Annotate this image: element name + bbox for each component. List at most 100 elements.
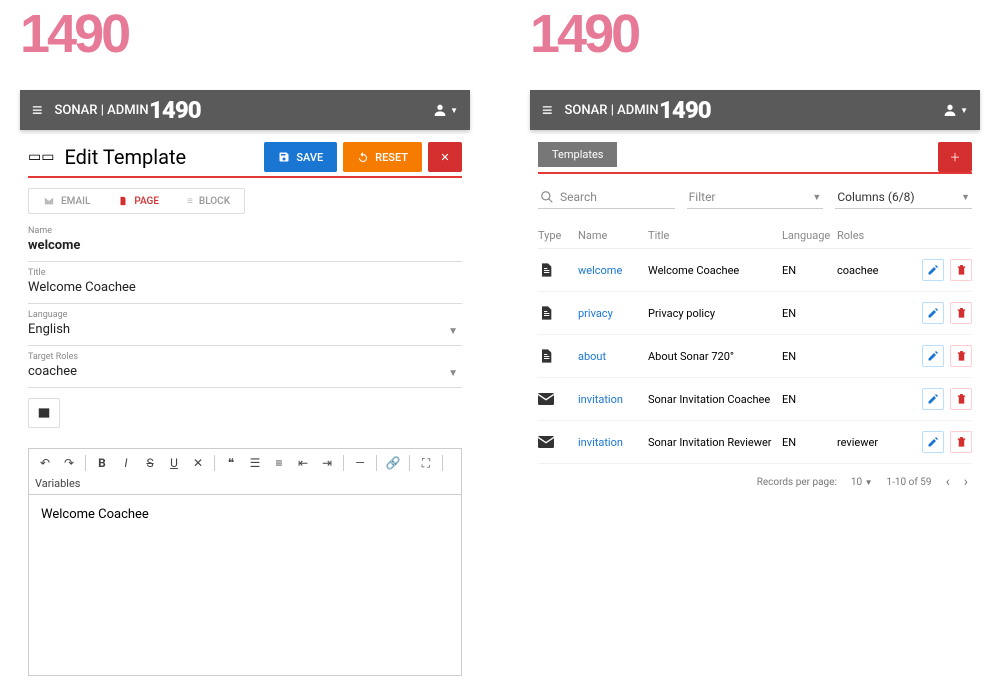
type-icon — [538, 348, 578, 364]
columns-select[interactable]: Columns (6/8) ▼ — [835, 186, 972, 209]
template-icon: ▭▭ — [28, 149, 54, 165]
row-name-link[interactable]: invitation — [578, 393, 648, 406]
edit-button[interactable] — [922, 388, 944, 410]
tab-page[interactable]: PAGE — [104, 189, 173, 213]
row-title: Sonar Invitation Coachee — [648, 393, 782, 406]
row-name-link[interactable]: privacy — [578, 307, 648, 320]
undo-button[interactable]: ↶ — [35, 453, 55, 473]
menu-icon[interactable]: ≡ — [542, 100, 553, 121]
row-name-link[interactable]: welcome — [578, 264, 648, 277]
name-field[interactable]: Name welcome — [28, 222, 462, 262]
menu-icon[interactable]: ≡ — [32, 100, 43, 121]
page-title: Edit Template — [64, 145, 264, 169]
caret-down-icon: ▼ — [448, 326, 458, 337]
type-icon — [538, 262, 578, 278]
row-language: EN — [782, 436, 837, 449]
filter-select[interactable]: Filter ▼ — [687, 186, 824, 209]
italic-button[interactable]: I — [116, 453, 136, 473]
edit-button[interactable] — [922, 259, 944, 281]
editor-toolbar: ↶ ↷ B I S U ✕ ❝ ☰ ≡ ⇤ ⇥ — — [29, 449, 461, 495]
person-icon — [942, 102, 958, 118]
row-title: About Sonar 720° — [648, 350, 782, 363]
indent-button[interactable]: ⇥ — [317, 453, 337, 473]
templates-list-pane: 1490 ≡ SONAR | ADMIN 1490 ▼ Templates ＋ — [530, 0, 980, 688]
table-row: invitationSonar Invitation ReviewerENrev… — [538, 421, 972, 464]
close-button[interactable]: ✕ — [428, 142, 462, 172]
caret-down-icon: ▼ — [865, 478, 873, 487]
app-title: SONAR | ADMIN — [55, 103, 149, 118]
table-header: Type Name Title Language Roles — [538, 223, 972, 249]
brand-logo: 1490 — [530, 10, 980, 60]
table-row: aboutAbout Sonar 720°EN — [538, 335, 972, 378]
delete-button[interactable] — [950, 259, 972, 281]
caret-down-icon: ▼ — [448, 368, 458, 379]
edit-button[interactable] — [922, 302, 944, 324]
caret-down-icon: ▼ — [450, 106, 458, 115]
email-icon — [43, 196, 55, 206]
strike-button[interactable]: S — [140, 453, 160, 473]
link-button[interactable]: 🔗 — [383, 453, 403, 473]
page-icon — [118, 195, 128, 207]
top-bar: ≡ SONAR | ADMIN 1490 ▼ — [530, 90, 980, 130]
tab-email[interactable]: EMAIL — [29, 189, 104, 213]
svg-text:1490: 1490 — [530, 10, 639, 60]
fullscreen-button[interactable]: ⛶ — [416, 453, 436, 473]
account-menu[interactable]: ▼ — [432, 102, 458, 118]
pagination: Records per page: 10 ▼ 1-10 of 59 ‹ › — [538, 464, 972, 500]
svg-text:1490: 1490 — [659, 98, 711, 122]
row-roles: reviewer — [837, 436, 912, 449]
tab-block[interactable]: ≡ BLOCK — [173, 189, 244, 213]
delete-button[interactable] — [950, 302, 972, 324]
prev-page-button[interactable]: ‹ — [946, 474, 950, 490]
section-header: Templates ＋ — [538, 142, 972, 174]
search-input[interactable]: Search — [538, 186, 675, 209]
row-language: EN — [782, 264, 837, 277]
topbar-logo: 1490 — [149, 98, 433, 122]
filters-row: Search Filter ▼ Columns (6/8) ▼ — [538, 186, 972, 209]
top-bar: ≡ SONAR | ADMIN 1490 ▼ — [20, 90, 470, 130]
page-range: 1-10 of 59 — [887, 477, 932, 488]
rpp-select[interactable]: 10 ▼ — [851, 477, 873, 488]
reset-button[interactable]: RESET — [343, 142, 422, 172]
close-icon: ✕ — [440, 151, 449, 164]
quote-button[interactable]: ❝ — [221, 453, 241, 473]
bullet-list-button[interactable]: ☰ — [245, 453, 265, 473]
clear-format-button[interactable]: ✕ — [188, 453, 208, 473]
title-field[interactable]: Title Welcome Coachee — [28, 264, 462, 304]
underline-button[interactable]: U — [164, 453, 184, 473]
table-row: welcomeWelcome CoacheeENcoachee — [538, 249, 972, 292]
roles-field[interactable]: Target Roles coachee ▼ — [28, 348, 462, 388]
save-icon — [278, 151, 290, 163]
row-language: EN — [782, 350, 837, 363]
caret-down-icon: ▼ — [961, 192, 970, 203]
type-icon — [538, 393, 578, 405]
add-button[interactable]: ＋ — [938, 142, 972, 172]
delete-button[interactable] — [950, 345, 972, 367]
edit-button[interactable] — [922, 345, 944, 367]
next-page-button[interactable]: › — [964, 474, 968, 490]
language-field[interactable]: Language English ▼ — [28, 306, 462, 346]
row-name-link[interactable]: about — [578, 350, 648, 363]
brand-logo: 1490 — [20, 10, 470, 60]
table-row: privacyPrivacy policyEN — [538, 292, 972, 335]
page-heading-row: ▭▭ Edit Template SAVE RESET ✕ — [28, 142, 462, 178]
redo-button[interactable]: ↷ — [59, 453, 79, 473]
variables-dropdown[interactable]: Variables — [35, 477, 81, 490]
row-title: Welcome Coachee — [648, 264, 782, 277]
bold-button[interactable]: B — [92, 453, 112, 473]
row-name-link[interactable]: invitation — [578, 436, 648, 449]
row-title: Privacy policy — [648, 307, 782, 320]
image-icon — [36, 406, 52, 420]
breadcrumb-chip[interactable]: Templates — [538, 142, 617, 167]
insert-image-button[interactable] — [28, 398, 60, 428]
person-icon — [432, 102, 448, 118]
outdent-button[interactable]: ⇤ — [293, 453, 313, 473]
edit-button[interactable] — [922, 431, 944, 453]
account-menu[interactable]: ▼ — [942, 102, 968, 118]
delete-button[interactable] — [950, 388, 972, 410]
delete-button[interactable] — [950, 431, 972, 453]
editor-body[interactable]: Welcome Coachee — [29, 495, 461, 675]
number-list-button[interactable]: ≡ — [269, 453, 289, 473]
hr-button[interactable]: — — [350, 453, 370, 473]
save-button[interactable]: SAVE — [264, 142, 337, 172]
